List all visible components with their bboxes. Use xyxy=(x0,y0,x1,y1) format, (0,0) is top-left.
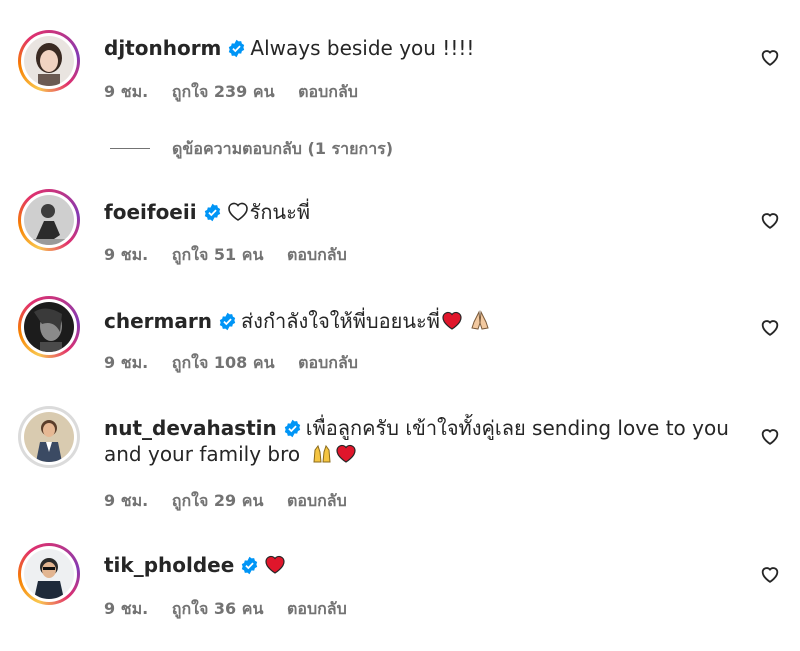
avatar xyxy=(24,36,74,86)
white-heart-icon xyxy=(227,202,248,221)
avatar-story-ring[interactable] xyxy=(18,30,80,92)
like-heart-icon[interactable] xyxy=(759,563,781,585)
replies-divider xyxy=(110,148,150,149)
comment-likes[interactable]: ถูกใจ 36 คน xyxy=(172,599,264,618)
comment-text: รักนะพี่ xyxy=(249,200,311,224)
view-replies-label: ดูข้อความตอบกลับ (1 รายการ) xyxy=(172,139,394,158)
comment-line: djtonhorm Always beside you !!!! xyxy=(104,35,474,61)
comment-time[interactable]: 9 ชม. xyxy=(104,599,148,618)
avatar xyxy=(24,195,74,245)
comment-line: foeifoeii รักนะพี่ xyxy=(104,199,310,225)
view-replies-button[interactable]: ดูข้อความตอบกลับ (1 รายการ) xyxy=(110,137,393,162)
reply-button[interactable]: ตอบกลับ xyxy=(287,245,347,264)
comment-time[interactable]: 9 ชม. xyxy=(104,353,148,372)
comment-username[interactable]: tik_pholdee xyxy=(104,553,234,577)
red-heart-icon xyxy=(442,311,462,330)
avatar-story-ring[interactable] xyxy=(18,543,80,605)
comment-likes[interactable]: ถูกใจ 239 คน xyxy=(172,82,275,101)
verified-badge-icon xyxy=(219,312,236,331)
comment-likes[interactable]: ถูกใจ 108 คน xyxy=(172,353,275,372)
verified-badge-icon xyxy=(229,39,245,58)
comment-meta: 9 ชม. ถูกใจ 108 คน ตอบกลับ xyxy=(104,351,376,376)
comment-likes[interactable]: ถูกใจ 29 คน xyxy=(172,491,264,510)
comment-text: Always beside you !!!! xyxy=(250,36,475,60)
avatar-ring[interactable] xyxy=(18,406,80,468)
like-heart-icon[interactable] xyxy=(759,425,781,447)
comment-time[interactable]: 9 ชม. xyxy=(104,491,148,510)
comment-meta: 9 ชม. ถูกใจ 51 คน ตอบกลับ xyxy=(104,243,365,268)
like-heart-icon[interactable] xyxy=(759,46,781,68)
reply-button[interactable]: ตอบกลับ xyxy=(287,491,347,510)
comment-meta: 9 ชม. ถูกใจ 29 คน ตอบกลับ xyxy=(104,489,365,514)
reply-button[interactable]: ตอบกลับ xyxy=(298,353,358,372)
comment-username[interactable]: nut_devahastin xyxy=(104,416,277,440)
like-heart-icon[interactable] xyxy=(759,209,781,231)
comment-time[interactable]: 9 ชม. xyxy=(104,82,148,101)
comment-time[interactable]: 9 ชม. xyxy=(104,245,148,264)
comment-line: chermarn ส่งกำลังใจให้พี่บอยนะพี่ xyxy=(104,308,492,334)
red-heart-icon xyxy=(336,444,357,463)
comment-text: ส่งกำลังใจให้พี่บอยนะพี่ xyxy=(240,309,440,333)
red-heart-icon xyxy=(265,555,285,574)
avatar-story-ring[interactable] xyxy=(18,296,80,358)
folded-hands-icon xyxy=(471,310,489,330)
comment-username[interactable]: foeifoeii xyxy=(104,200,197,224)
reply-button[interactable]: ตอบกลับ xyxy=(287,599,347,618)
comment-username[interactable]: chermarn xyxy=(104,309,212,333)
raising-hands-icon xyxy=(313,444,332,463)
verified-badge-icon xyxy=(242,556,258,575)
avatar xyxy=(24,549,74,599)
avatar-story-ring[interactable] xyxy=(18,189,80,251)
verified-badge-icon xyxy=(204,203,220,222)
reply-button[interactable]: ตอบกลับ xyxy=(298,82,358,101)
like-heart-icon[interactable] xyxy=(759,316,781,338)
avatar xyxy=(24,302,74,352)
avatar xyxy=(24,412,74,462)
comment-line: nut_devahastin เพื่อลูกครับ เข้าใจทั้งคู่… xyxy=(104,415,744,467)
comment-meta: 9 ชม. ถูกใจ 36 คน ตอบกลับ xyxy=(104,597,365,622)
comment-username[interactable]: djtonhorm xyxy=(104,36,221,60)
verified-badge-icon xyxy=(284,419,300,438)
comment-line: tik_pholdee xyxy=(104,552,287,578)
comment-meta: 9 ชม. ถูกใจ 239 คน ตอบกลับ xyxy=(104,80,376,105)
comment-likes[interactable]: ถูกใจ 51 คน xyxy=(172,245,264,264)
